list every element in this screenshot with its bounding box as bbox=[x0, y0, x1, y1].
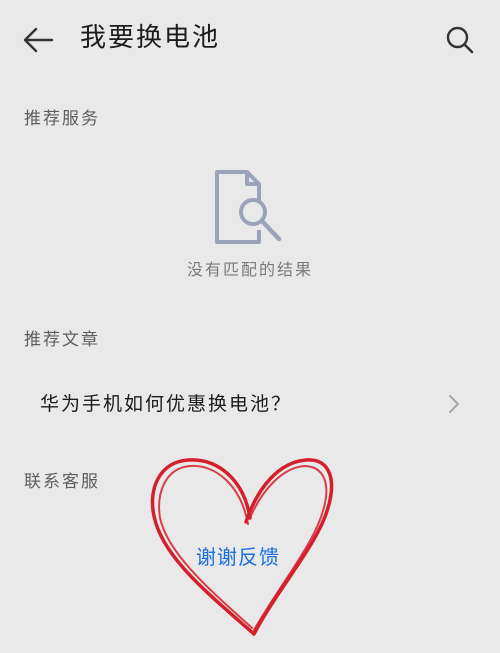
search-button[interactable] bbox=[440, 20, 480, 60]
chevron-right-icon bbox=[449, 395, 459, 413]
top-bar: 我要换电池 bbox=[0, 0, 500, 80]
section-label-recommended-services: 推荐服务 bbox=[24, 109, 100, 129]
section-label-recommended-articles: 推荐文章 bbox=[24, 330, 100, 350]
back-button[interactable] bbox=[18, 20, 58, 60]
article-title: 华为手机如何优惠换电池？ bbox=[40, 393, 293, 415]
document-search-icon bbox=[215, 170, 282, 244]
arrow-left-icon bbox=[23, 27, 54, 53]
feedback-link[interactable]: 谢谢反馈 bbox=[196, 542, 280, 572]
article-list-item[interactable]: 华为手机如何优惠换电池？ bbox=[0, 376, 500, 432]
page-title: 我要换电池 bbox=[80, 23, 221, 53]
search-icon bbox=[446, 26, 474, 54]
empty-result-text: 没有匹配的结果 bbox=[186, 260, 313, 279]
section-label-contact-support: 联系客服 bbox=[24, 472, 100, 492]
